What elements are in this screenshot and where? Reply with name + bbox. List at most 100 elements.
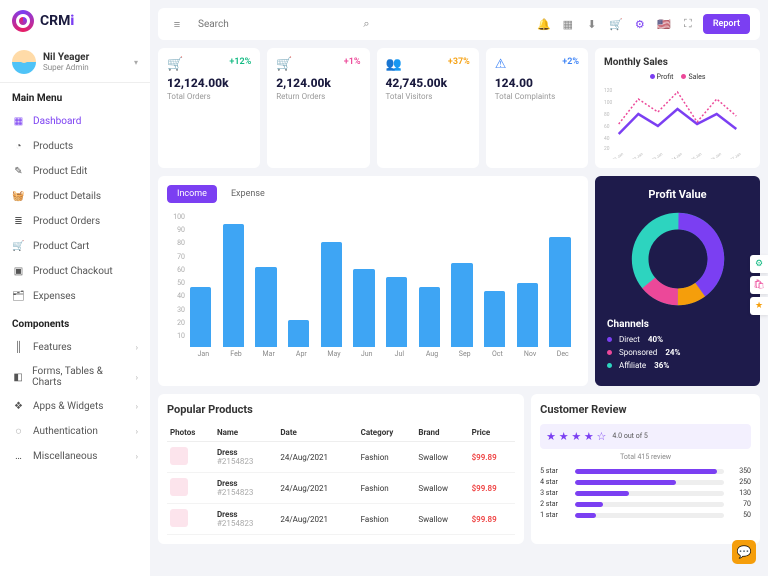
table-row[interactable]: Dress#215482324/Aug/2021FashionSwallow$9… — [167, 473, 515, 504]
stat-value: 12,124.00k — [167, 76, 251, 90]
svg-text:120: 120 — [604, 88, 612, 94]
nav-dashboard[interactable]: ▦Dashboard — [0, 109, 150, 134]
stat-value: 2,124.00k — [276, 76, 360, 90]
channel-item: Direct 40% — [607, 335, 748, 344]
report-button[interactable]: Report — [703, 14, 750, 34]
stat-pct: +12% — [229, 57, 251, 67]
nav-expenses[interactable]: 🗂Expenses — [0, 284, 150, 309]
income-bar-chart: 100908070605040302010 JanFebMarAprMayJun… — [167, 213, 579, 358]
topbar: ≡ ⌕ 🔔 ▦ ⬇ 🛒 ⚙ 🇺🇸 ⛶ Report — [158, 8, 760, 40]
review-bar-row: 5 star350 — [540, 467, 751, 475]
nav-icon: ▣ — [12, 265, 25, 278]
bar-column: Aug — [419, 213, 446, 358]
nav-features[interactable]: ║Features› — [0, 335, 150, 360]
stat-icon: ⚠ — [495, 57, 507, 72]
nav-icon: ❖ — [12, 400, 25, 413]
svg-text:100: 100 — [604, 100, 612, 106]
main-content: ≡ ⌕ 🔔 ▦ ⬇ 🛒 ⚙ 🇺🇸 ⛶ Report 🛒 +12% 12,124.00… — [150, 0, 768, 576]
review-bar-row: 1 star50 — [540, 511, 751, 519]
popular-title: Popular Products — [167, 403, 515, 416]
nav-authentication[interactable]: ◌Authentication› — [0, 419, 150, 444]
review-bar-row: 2 star70 — [540, 500, 751, 508]
monthly-line-chart: 1201008060402001 Jan02 Jan03 Jan04 Jan05… — [604, 84, 751, 159]
nav-product-edit[interactable]: ✎Product Edit — [0, 159, 150, 184]
avatar — [12, 50, 36, 74]
nav-icon: 🛒 — [12, 240, 25, 253]
nav-icon: ▦ — [12, 115, 25, 128]
table-row[interactable]: Dress#215482324/Aug/2021FashionSwallow$9… — [167, 442, 515, 473]
stat-label: Total Complaints — [495, 92, 579, 101]
bar-column: Jan — [190, 213, 217, 358]
review-bar-row: 4 star250 — [540, 478, 751, 486]
nav-miscellaneous[interactable]: …Miscellaneous› — [0, 444, 150, 469]
nav-apps-widgets[interactable]: ❖Apps & Widgets› — [0, 394, 150, 419]
nav-forms-tables-charts[interactable]: ◧Forms, Tables & Charts› — [0, 360, 150, 394]
bar-column: Dec — [549, 213, 576, 358]
logo[interactable]: CRMi — [0, 10, 150, 42]
stat-card: ⚠+2%124.00Total Complaints — [486, 48, 588, 168]
table-row[interactable]: Dress#215482324/Aug/2021FashionSwallow$9… — [167, 504, 515, 535]
product-thumb — [170, 509, 188, 527]
flag-icon[interactable]: 🇺🇸 — [655, 18, 673, 31]
nav-icon: ◧ — [12, 371, 24, 384]
search-icon[interactable]: ⌕ — [357, 17, 375, 31]
tab-expense[interactable]: Expense — [221, 185, 275, 203]
tab-income[interactable]: Income — [167, 185, 217, 203]
menu-toggle-icon[interactable]: ≡ — [168, 18, 186, 31]
nav-icon: ✎ — [12, 165, 25, 178]
bar-column: Jun — [353, 213, 380, 358]
search-input[interactable] — [192, 16, 351, 33]
tool-cart-icon[interactable]: 🛍 — [750, 276, 768, 294]
svg-text:20: 20 — [604, 146, 610, 152]
user-profile[interactable]: Nil Yeager Super Admin ▾ — [0, 42, 150, 83]
stat-label: Return Orders — [276, 92, 360, 101]
nav-product-cart[interactable]: 🛒Product Cart — [0, 234, 150, 259]
stat-value: 42,745.00k — [386, 76, 470, 90]
nav-icon: 🗂 — [12, 290, 25, 303]
svg-text:02 Jan: 02 Jan — [631, 151, 644, 159]
review-bar-row: 3 star130 — [540, 489, 751, 497]
channels-title: Channels — [607, 319, 748, 330]
rating-summary: ★ ★ ★ ★ ☆ 4.0 out of 5 — [540, 424, 751, 449]
products-table: PhotosNameDateCategoryBrandPrice Dress#2… — [167, 424, 515, 535]
profit-donut-chart — [628, 209, 728, 309]
profit-value-card: Profit Value Channels Direct 40%Sponsore… — [595, 176, 760, 386]
popular-products-card: Popular Products PhotosNameDateCategoryB… — [158, 394, 524, 544]
settings-icon[interactable]: ⚙ — [631, 18, 649, 31]
tool-star-icon[interactable]: ★ — [750, 297, 768, 315]
bar-column: May — [321, 213, 348, 358]
bell-icon[interactable]: 🔔 — [535, 18, 553, 31]
product-thumb — [170, 478, 188, 496]
bar-column: Feb — [223, 213, 250, 358]
cart-icon[interactable]: 🛒 — [607, 18, 625, 31]
logo-icon — [12, 10, 34, 32]
stat-icon: 🛒 — [167, 57, 183, 72]
menu-section-main: Main Menu — [0, 83, 150, 109]
tool-settings-icon[interactable]: ⚙ — [750, 255, 768, 273]
svg-text:80: 80 — [604, 112, 610, 118]
chevron-right-icon: › — [136, 343, 138, 352]
stat-icon: 👥 — [386, 57, 402, 72]
nav-products[interactable]: ◔Products — [0, 134, 150, 159]
bar-column: Nov — [517, 213, 544, 358]
stat-card: 🛒+12%12,124.00kTotal Orders — [158, 48, 260, 168]
chevron-right-icon: › — [136, 452, 138, 461]
logo-text: CRMi — [40, 13, 74, 29]
menu-section-components: Components — [0, 309, 150, 335]
help-button[interactable]: 💬 — [732, 540, 756, 564]
fullscreen-icon[interactable]: ⛶ — [679, 17, 697, 31]
svg-text:07 Jan: 07 Jan — [729, 151, 742, 159]
profit-title: Profit Value — [607, 188, 748, 201]
svg-text:40: 40 — [604, 136, 610, 142]
nav-product-orders[interactable]: ≣Product Orders — [0, 209, 150, 234]
nav-product-chackout[interactable]: ▣Product Chackout — [0, 259, 150, 284]
nav-product-details[interactable]: 🧺Product Details — [0, 184, 150, 209]
chevron-down-icon: ▾ — [134, 58, 138, 67]
download-icon[interactable]: ⬇ — [583, 18, 601, 31]
grid-icon[interactable]: ▦ — [559, 18, 577, 31]
svg-text:01 Jan: 01 Jan — [612, 151, 625, 159]
bar-column: Oct — [484, 213, 511, 358]
nav-icon: ◌ — [12, 425, 25, 438]
nav-icon: … — [12, 450, 25, 463]
stat-label: Total Visitors — [386, 92, 470, 101]
